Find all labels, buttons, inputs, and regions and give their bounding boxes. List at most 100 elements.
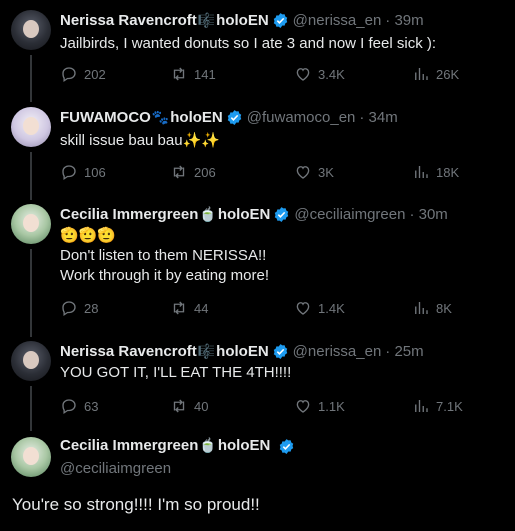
verified-badge-icon xyxy=(279,438,293,454)
handle[interactable]: @nerissa_en xyxy=(293,343,382,360)
like-button[interactable]: 1.1K xyxy=(294,397,345,415)
heart-icon xyxy=(296,166,310,179)
tweet-header: Nerissa Ravencroft 🎼 holoEN @nerissa_en · … xyxy=(60,10,424,30)
display-name-suffix[interactable]: holoEN xyxy=(170,109,223,126)
timestamp[interactable]: · 34m xyxy=(359,109,397,126)
views-button[interactable]: 18K xyxy=(412,163,459,181)
verified-badge-icon xyxy=(275,206,289,222)
heart-icon xyxy=(296,68,310,81)
main-handle[interactable]: @ceciliaimgreen xyxy=(60,460,171,477)
reply-icon xyxy=(62,165,76,181)
reply-icon xyxy=(62,399,76,415)
name-emoji: 🎼 xyxy=(197,11,216,28)
reply-button[interactable]: 63 xyxy=(60,397,98,415)
display-name[interactable]: FUWAMOCO xyxy=(60,109,151,126)
tweet-text: 🫡🫡🫡 Don't listen to them NERISSA!! Work … xyxy=(60,226,269,286)
tweet-line: skill issue bau bau✨✨ xyxy=(60,132,220,149)
avatar[interactable] xyxy=(11,204,51,244)
reply-button[interactable]: 28 xyxy=(60,299,98,317)
like-button[interactable]: 3.4K xyxy=(294,65,345,83)
verified-badge-icon xyxy=(227,109,241,125)
views-chart-icon xyxy=(415,400,428,412)
main-display-name[interactable]: Cecilia Immergreen xyxy=(60,437,198,454)
like-count: 1.1K xyxy=(318,398,345,414)
view-count: 8K xyxy=(436,300,452,316)
reply-button[interactable]: 106 xyxy=(60,163,106,181)
tweet-actions: 202 141 3.4K 26K xyxy=(60,64,490,84)
views-chart-icon xyxy=(415,68,428,80)
verified-badge-icon xyxy=(273,343,287,359)
tweet-actions: 63 40 1.1K 7.1K xyxy=(60,396,490,416)
tweet-text: YOU GOT IT, I'LL EAT THE 4TH!!!! xyxy=(60,363,291,383)
tweet-header: Nerissa Ravencroft 🎼 holoEN @nerissa_en · … xyxy=(60,341,424,361)
reply-icon xyxy=(62,67,76,83)
avatar[interactable] xyxy=(11,10,51,50)
repost-button[interactable]: 141 xyxy=(170,65,216,83)
repost-button[interactable]: 40 xyxy=(170,397,208,415)
name-emoji: 🐾 xyxy=(151,108,170,125)
thread-line xyxy=(30,152,32,200)
display-name[interactable]: Nerissa Ravencroft xyxy=(60,12,197,29)
avatar[interactable] xyxy=(11,107,51,147)
tweet-text: Jailbirds, I wanted donuts so I ate 3 an… xyxy=(60,34,436,54)
main-avatar[interactable] xyxy=(11,437,51,477)
like-count: 1.4K xyxy=(318,300,345,316)
thread-line xyxy=(30,55,32,102)
repost-icon xyxy=(173,165,185,179)
thread-line xyxy=(30,249,32,337)
handle[interactable]: @ceciliaimgreen xyxy=(294,206,405,223)
views-button[interactable]: 26K xyxy=(412,65,459,83)
like-button[interactable]: 1.4K xyxy=(294,299,345,317)
verified-badge-icon xyxy=(273,12,287,28)
view-count: 26K xyxy=(436,66,460,82)
tweet-line: Jailbirds, I wanted donuts so I ate 3 an… xyxy=(60,35,437,52)
view-count: 18K xyxy=(436,164,460,180)
main-display-name-suffix[interactable]: holoEN xyxy=(218,437,271,454)
timestamp[interactable]: · 25m xyxy=(385,343,423,360)
repost-count: 44 xyxy=(194,300,209,316)
thread-line xyxy=(30,386,32,431)
display-name-suffix[interactable]: holoEN xyxy=(216,343,269,360)
repost-count: 141 xyxy=(194,66,216,82)
views-chart-icon xyxy=(415,166,428,178)
views-button[interactable]: 8K xyxy=(412,299,452,317)
view-count: 7.1K xyxy=(436,398,463,414)
tweet-line: Don't listen to them NERISSA!! xyxy=(60,247,267,264)
tweet-actions: 28 44 1.4K 8K xyxy=(60,298,490,318)
main-name-emoji: 🍵 xyxy=(199,437,217,453)
reply-count: 28 xyxy=(84,300,99,316)
timestamp[interactable]: · 30m xyxy=(409,206,447,223)
repost-icon xyxy=(173,399,185,413)
tweet-header: FUWAMOCO 🐾 holoEN @fuwamoco_en · 34m xyxy=(60,107,398,127)
heart-icon xyxy=(296,400,310,413)
display-name[interactable]: Nerissa Ravencroft xyxy=(60,343,197,360)
reply-icon xyxy=(62,301,76,317)
name-emoji: 🍵 xyxy=(199,205,217,222)
tweet-text: skill issue bau bau✨✨ xyxy=(60,131,220,151)
tweet-header: Cecilia Immergreen 🍵 holoEN @ceciliaimgree… xyxy=(60,204,448,224)
repost-count: 206 xyxy=(194,164,216,180)
handle[interactable]: @fuwamoco_en xyxy=(247,109,356,126)
repost-icon xyxy=(173,67,185,81)
name-emoji: 🎼 xyxy=(197,342,216,359)
reply-count: 63 xyxy=(84,398,99,414)
repost-button[interactable]: 44 xyxy=(170,299,208,317)
repost-count: 40 xyxy=(194,398,209,414)
reply-count: 106 xyxy=(84,164,106,180)
display-name-suffix[interactable]: holoEN xyxy=(216,12,269,29)
repost-button[interactable]: 206 xyxy=(170,163,216,181)
views-chart-icon xyxy=(415,302,428,314)
main-tweet-text: You're so strong!!!! I'm so proud!! xyxy=(12,495,260,514)
avatar[interactable] xyxy=(11,341,51,381)
reply-button[interactable]: 202 xyxy=(60,65,106,83)
like-button[interactable]: 3K xyxy=(294,163,334,181)
handle[interactable]: @nerissa_en xyxy=(293,12,382,29)
views-button[interactable]: 7.1K xyxy=(412,397,463,415)
like-count: 3.4K xyxy=(318,66,345,82)
timestamp[interactable]: · 39m xyxy=(385,12,423,29)
display-name-suffix[interactable]: holoEN xyxy=(218,206,271,223)
tweet-line: Work through it by eating more! xyxy=(60,267,269,284)
reply-count: 202 xyxy=(84,66,106,82)
repost-icon xyxy=(173,301,185,315)
display-name[interactable]: Cecilia Immergreen xyxy=(60,206,198,223)
